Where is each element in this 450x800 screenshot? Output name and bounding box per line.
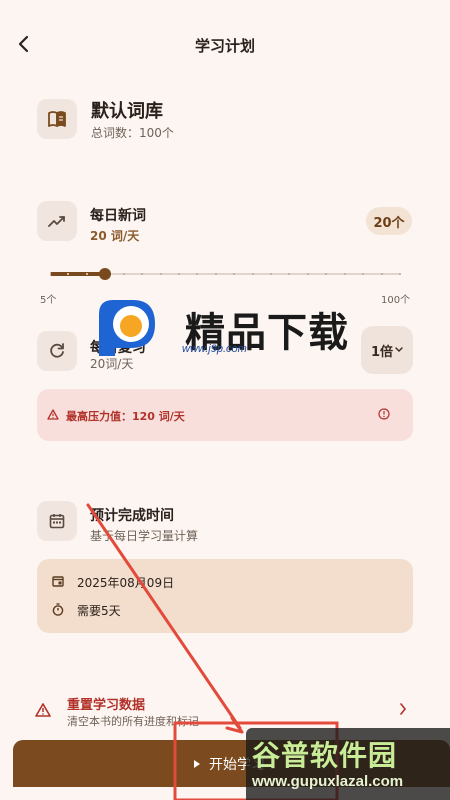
book-word-count: 总词数：100个 (91, 126, 174, 140)
completion-days-needed: 需要5天 (77, 604, 121, 618)
calendar-icon (49, 514, 65, 529)
completion-subtitle: 基于每日学习量计算 (90, 529, 199, 543)
slider-tick (306, 273, 309, 275)
slider-tick (380, 273, 383, 275)
trending-up-icon (48, 216, 65, 227)
event-icon (52, 576, 64, 587)
book-icon (48, 111, 66, 127)
reset-title: 重置学习数据 (67, 698, 146, 713)
slider-tick (177, 273, 180, 275)
pressure-warning-text: 最高压力值：120 词/天 (66, 410, 185, 423)
refresh-icon (50, 343, 64, 358)
slider-tick (49, 273, 51, 275)
chevron-down-icon (395, 347, 403, 352)
slider-tick (214, 273, 217, 275)
daily-new-value: 20 词/天 (90, 229, 140, 243)
warning-triangle-icon (47, 409, 59, 420)
watermark-bottom-url: www.gupuxlazal.com (252, 773, 404, 790)
slider-tick (343, 273, 346, 275)
slider-tick (251, 273, 254, 275)
j9p-logo-icon (99, 300, 155, 356)
daily-new-title: 每日新词 (90, 208, 146, 224)
completion-info-box (37, 559, 413, 633)
chevron-right-icon (400, 703, 407, 715)
review-multiplier-dropdown[interactable]: 1倍 (361, 326, 413, 374)
reset-subtitle: 清空本书的所有进度和标记 (67, 715, 199, 728)
book-icon-tile (37, 99, 77, 139)
completion-title: 预计完成时间 (90, 508, 174, 524)
play-icon (194, 759, 200, 768)
watermark-top-url: www.j9p.com (182, 343, 247, 355)
trend-icon-tile (37, 201, 77, 241)
review-icon-tile (37, 331, 77, 371)
slider-max-label: 100个 (381, 295, 411, 306)
slider-thumb[interactable] (99, 268, 112, 280)
calendar-icon-tile (37, 501, 77, 541)
timer-icon (52, 603, 64, 616)
completion-date: 2025年08月09日 (77, 576, 175, 590)
slider-min-label: 5个 (40, 295, 57, 306)
slider-tick (122, 273, 125, 275)
slider-tick (399, 273, 401, 275)
slider-tick (159, 273, 162, 275)
info-icon[interactable] (378, 408, 390, 420)
daily-new-chip: 20个 (366, 207, 412, 235)
reset-warning-icon (35, 703, 51, 717)
review-multiplier-value: 1倍 (370, 344, 394, 360)
page-title: 学习计划 (194, 37, 255, 55)
slider-tick (85, 273, 88, 275)
watermark-bottom-title: 谷普软件园 (252, 739, 398, 772)
daily-new-slider[interactable] (49, 265, 401, 285)
slider-fill (50, 272, 106, 276)
book-title: 默认词库 (91, 101, 163, 122)
